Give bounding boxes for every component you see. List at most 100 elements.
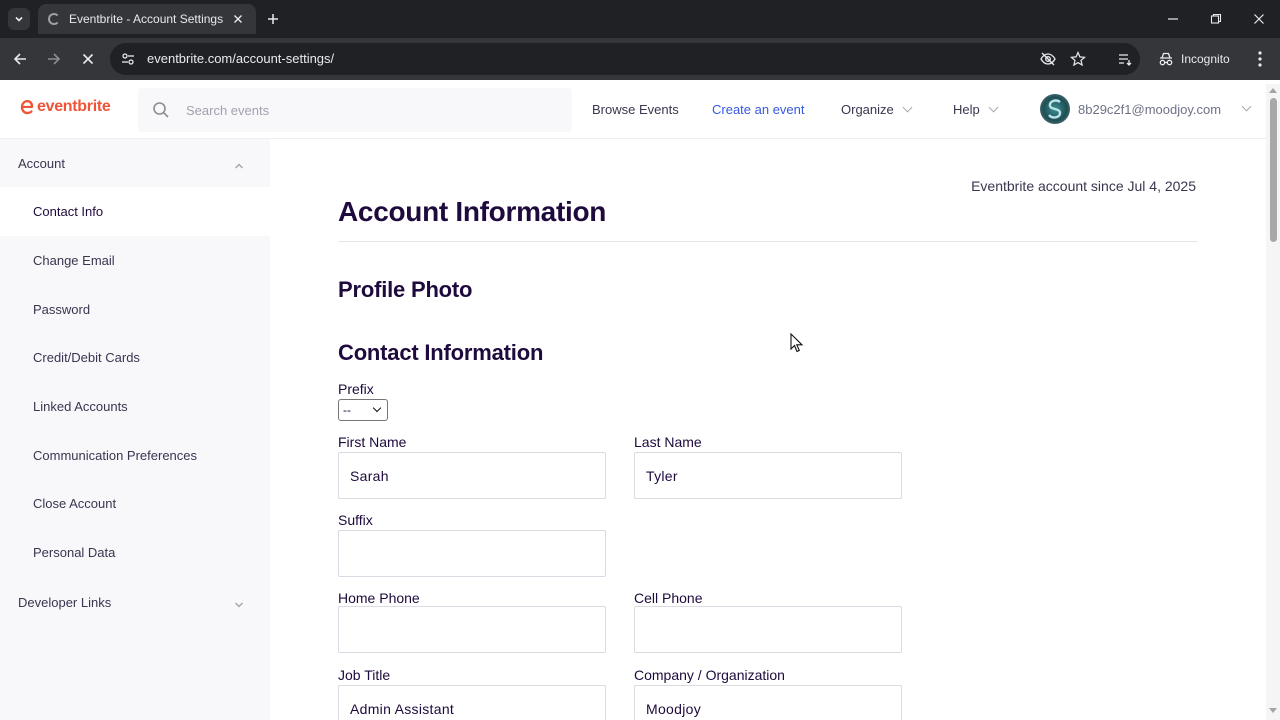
sidebar-item-label: Credit/Debit Cards [33,350,140,365]
prefix-value: -- [343,403,351,417]
sidebar-item-personal-data[interactable]: Personal Data [0,528,270,577]
plus-icon [268,14,278,24]
logo-wordmark: eventbrite [37,98,111,115]
suffix-label: Suffix [338,512,373,528]
eventbrite-logo-icon [20,100,34,115]
sidebar-item-label: Linked Accounts [33,399,128,414]
chevron-down-icon [988,102,999,113]
suffix-field[interactable] [338,530,606,577]
home-phone-field[interactable] [338,606,606,653]
star-icon[interactable] [1070,51,1086,67]
account-settings-main: Eventbrite account since Jul 4, 2025 Acc… [270,139,1266,720]
browser-tab-active[interactable]: Eventbrite - Account Settings [38,4,256,34]
close-window-button[interactable] [1248,8,1270,30]
account-since-text: Eventbrite account since Jul 4, 2025 [971,178,1196,194]
sidebar-item-label: Password [33,302,91,317]
sidebar-section-developer-links[interactable]: Developer Links [0,578,270,626]
first-name-field[interactable] [338,452,606,499]
search-bar[interactable] [138,88,572,132]
scroll-down-arrow[interactable] [1269,708,1277,713]
company-field[interactable] [634,685,902,720]
chevron-down-icon [15,16,23,22]
sidebar-section-label: Account [18,155,65,171]
site-header: eventbrite Browse Events Create an event… [0,80,1280,139]
mouse-cursor-icon [790,333,804,353]
cell-phone-field[interactable] [634,606,902,653]
incognito-indicator[interactable]: Incognito [1148,43,1240,75]
tab-title: Eventbrite - Account Settings [69,12,224,26]
first-name-label: First Name [338,434,407,450]
incognito-label: Incognito [1181,52,1230,66]
avatar[interactable] [1040,94,1070,124]
minimize-button[interactable] [1162,8,1184,30]
sidebar-item-label: Personal Data [33,545,116,560]
help-menu[interactable]: Help [953,102,999,117]
browser-toolbar: eventbrite.com/account-settings/ Incogni… [0,38,1280,80]
organize-menu[interactable]: Organize [841,102,913,117]
browser-tabstrip: Eventbrite - Account Settings [0,0,1280,38]
sidebar-item-label: Contact Info [33,204,104,219]
new-tab-button[interactable] [264,10,282,28]
sidebar-item-label: Close Account [33,496,117,511]
more-options-icon[interactable] [1250,49,1270,69]
prefix-select[interactable]: -- [338,399,388,421]
chevron-down-icon [372,403,382,413]
settings-sidebar: Account Contact Info Change Email Passwo… [0,139,270,720]
home-phone-label: Home Phone [338,590,420,606]
chevron-up-icon [234,158,244,173]
restore-icon [1210,13,1222,24]
company-label: Company / Organization [634,667,785,683]
stop-loading-button[interactable] [77,48,99,70]
forward-button[interactable] [43,48,65,70]
create-event-link[interactable]: Create an event [712,102,805,117]
incognito-icon [1159,52,1173,66]
url-text: eventbrite.com/account-settings/ [147,51,335,66]
search-icon [153,102,169,118]
sidebar-item-label: Communication Preferences [33,448,198,463]
eye-off-icon[interactable] [1040,51,1056,67]
job-title-label: Job Title [338,667,391,683]
profile-photo-heading: Profile Photo [338,277,473,302]
scroll-up-arrow[interactable] [1269,88,1277,93]
restore-button[interactable] [1205,8,1227,30]
search-input[interactable] [186,100,546,120]
organize-label: Organize [841,102,894,117]
arrow-right-icon [48,53,61,65]
site-settings-icon[interactable] [120,51,136,67]
arrow-left-icon [13,53,26,65]
sidebar-item-linked-accounts[interactable]: Linked Accounts [0,382,270,431]
chevron-down-icon [902,102,913,113]
cell-phone-label: Cell Phone [634,590,703,606]
help-label: Help [953,102,980,117]
sidebar-item-credit-debit-cards[interactable]: Credit/Debit Cards [0,333,270,382]
sidebar-section-account[interactable]: Account [0,139,270,187]
sidebar-item-label: Change Email [33,253,115,268]
sidebar-item-password[interactable]: Password [0,285,270,334]
reading-list-icon[interactable] [1117,51,1133,67]
browse-events-link[interactable]: Browse Events [592,102,679,117]
contact-information-heading: Contact Information [338,340,544,365]
minimize-icon [1168,18,1178,20]
sidebar-section-label: Developer Links [18,594,112,610]
user-email[interactable]: 8b29c2f1@moodjoy.com [1078,102,1221,117]
sidebar-item-close-account[interactable]: Close Account [0,479,270,528]
last-name-label: Last Name [634,434,702,450]
chevron-down-icon[interactable] [1241,101,1252,112]
chevron-down-icon [234,597,244,612]
close-tab-button[interactable] [230,11,246,27]
sidebar-item-contact-info[interactable]: Contact Info [0,187,270,236]
avatar-icon [1048,99,1062,119]
sidebar-item-communication-preferences[interactable]: Communication Preferences [0,431,270,480]
address-bar[interactable]: eventbrite.com/account-settings/ [110,43,1140,75]
scrollbar-thumb[interactable] [1270,98,1277,242]
last-name-field[interactable] [634,452,902,499]
loading-icon [48,13,60,25]
sidebar-item-change-email[interactable]: Change Email [0,236,270,285]
prefix-label: Prefix [338,381,374,397]
back-button[interactable] [9,48,31,70]
divider [338,241,1198,242]
job-title-field[interactable] [338,685,606,720]
close-icon [82,53,94,65]
tab-search-button[interactable] [8,8,30,30]
eventbrite-logo[interactable]: eventbrite [20,98,111,116]
